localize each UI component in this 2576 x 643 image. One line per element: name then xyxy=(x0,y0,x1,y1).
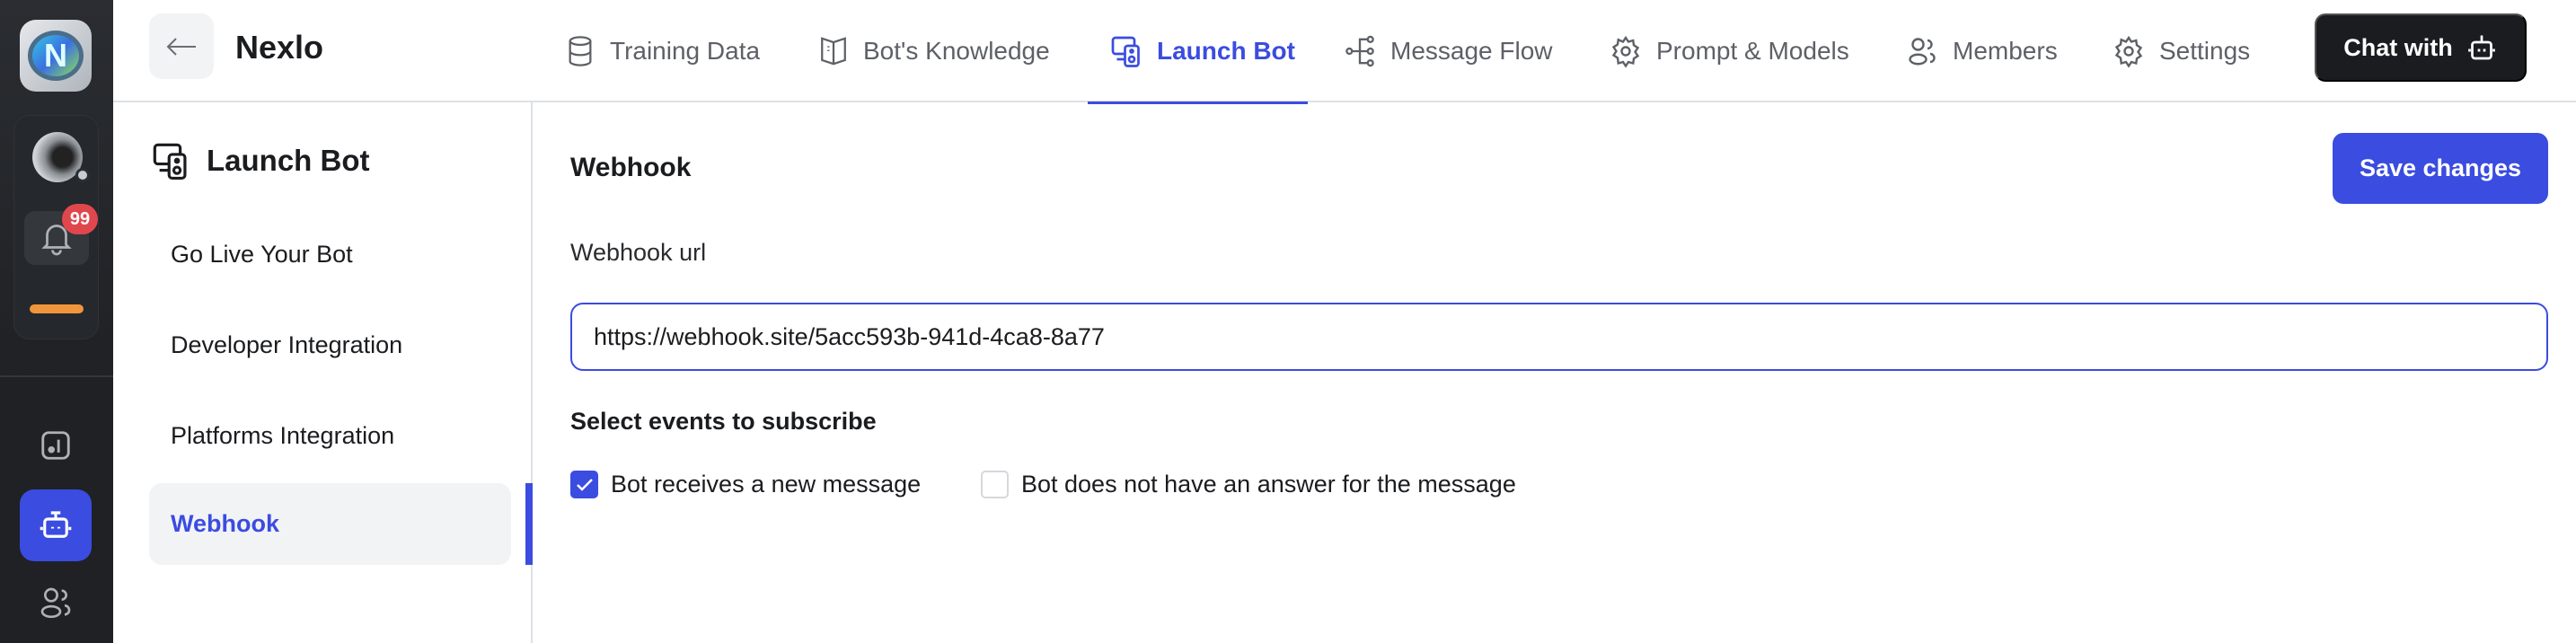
tab-launch-bot[interactable]: Launch Bot xyxy=(1088,0,1308,104)
logo-mark: N xyxy=(28,31,84,81)
gear-icon xyxy=(2114,35,2143,68)
webhook-url-label: Webhook url xyxy=(570,239,707,266)
rail-members[interactable] xyxy=(20,567,92,639)
subnav-item-developer-integration[interactable]: Developer Integration xyxy=(149,304,511,386)
webhook-panel: Webhook Save changes Webhook url Select … xyxy=(534,102,2576,643)
event-option-new-message[interactable]: Bot receives a new message xyxy=(570,471,921,498)
tab-settings[interactable]: Settings xyxy=(2113,0,2250,102)
bot-name: Nexlo xyxy=(235,29,324,66)
gear-icon xyxy=(1611,35,1640,68)
chat-with-bot-button[interactable]: Chat with xyxy=(2315,13,2527,82)
event-label: Bot receives a new message xyxy=(611,471,922,498)
notification-badge: 99 xyxy=(62,204,98,234)
tab-prompt-models[interactable]: Prompt & Models xyxy=(1610,0,1849,102)
tab-label: Training Data xyxy=(610,37,761,65)
tab-label: Members xyxy=(1953,37,2058,65)
page-title: Webhook xyxy=(570,153,692,182)
tab-label: Message Flow xyxy=(1390,37,1553,65)
users-icon xyxy=(40,587,71,619)
event-option-no-answer[interactable]: Bot does not have an answer for the mess… xyxy=(981,471,1516,498)
rail-analytics[interactable] xyxy=(20,410,92,481)
database-icon xyxy=(569,36,592,66)
checkbox-checked[interactable] xyxy=(570,471,598,498)
subnav-item-go-live[interactable]: Go Live Your Bot xyxy=(149,214,511,295)
tab-message-flow[interactable]: Message Flow xyxy=(1344,0,1553,102)
active-indicator xyxy=(525,483,533,565)
tab-label: Settings xyxy=(2159,37,2251,65)
tab-label: Launch Bot xyxy=(1157,37,1295,65)
users-icon xyxy=(1909,38,1936,66)
tab-label: Bot's Knowledge xyxy=(863,37,1050,65)
rail-bots[interactable] xyxy=(20,489,92,561)
usage-bar xyxy=(30,304,84,313)
tab-training-data[interactable]: Training Data xyxy=(565,0,760,102)
top-header: Nexlo Training Data Bot's Knowledge Laun… xyxy=(113,0,2576,104)
book-icon xyxy=(821,37,846,66)
analytics-icon xyxy=(41,431,70,460)
flow-icon xyxy=(1345,35,1374,67)
subnav-item-platforms-integration[interactable]: Platforms Integration xyxy=(149,395,511,477)
subnav-header: Launch Bot xyxy=(151,140,369,181)
bot-icon xyxy=(2467,35,2495,60)
subnav-item-webhook[interactable]: Webhook xyxy=(149,483,511,565)
sub-navigation: Launch Bot Go Live Your Bot Developer In… xyxy=(113,102,533,643)
chat-label: Chat with xyxy=(2343,33,2453,61)
app-logo[interactable]: N xyxy=(20,20,92,92)
user-card: 99 xyxy=(13,115,99,339)
launch-bot-icon xyxy=(153,143,187,181)
tab-bots-knowledge[interactable]: Bot's Knowledge xyxy=(818,0,1050,102)
tab-label: Prompt & Models xyxy=(1656,37,1849,65)
event-label: Bot does not have an answer for the mess… xyxy=(1021,471,1516,498)
launch-bot-icon xyxy=(1111,36,1140,67)
webhook-url-input[interactable] xyxy=(570,303,2548,371)
divider xyxy=(0,375,113,377)
save-changes-button[interactable]: Save changes xyxy=(2333,133,2548,204)
arrow-left-icon xyxy=(166,37,196,56)
status-dot xyxy=(75,168,90,182)
checkbox-unchecked[interactable] xyxy=(981,471,1009,498)
check-icon xyxy=(576,478,593,491)
app-rail: N 99 xyxy=(0,0,113,643)
tab-members[interactable]: Members xyxy=(1906,0,2058,102)
events-heading: Select events to subscribe xyxy=(570,408,877,435)
subnav-title: Launch Bot xyxy=(207,144,370,177)
back-button[interactable] xyxy=(149,13,214,79)
bot-icon xyxy=(40,511,72,538)
